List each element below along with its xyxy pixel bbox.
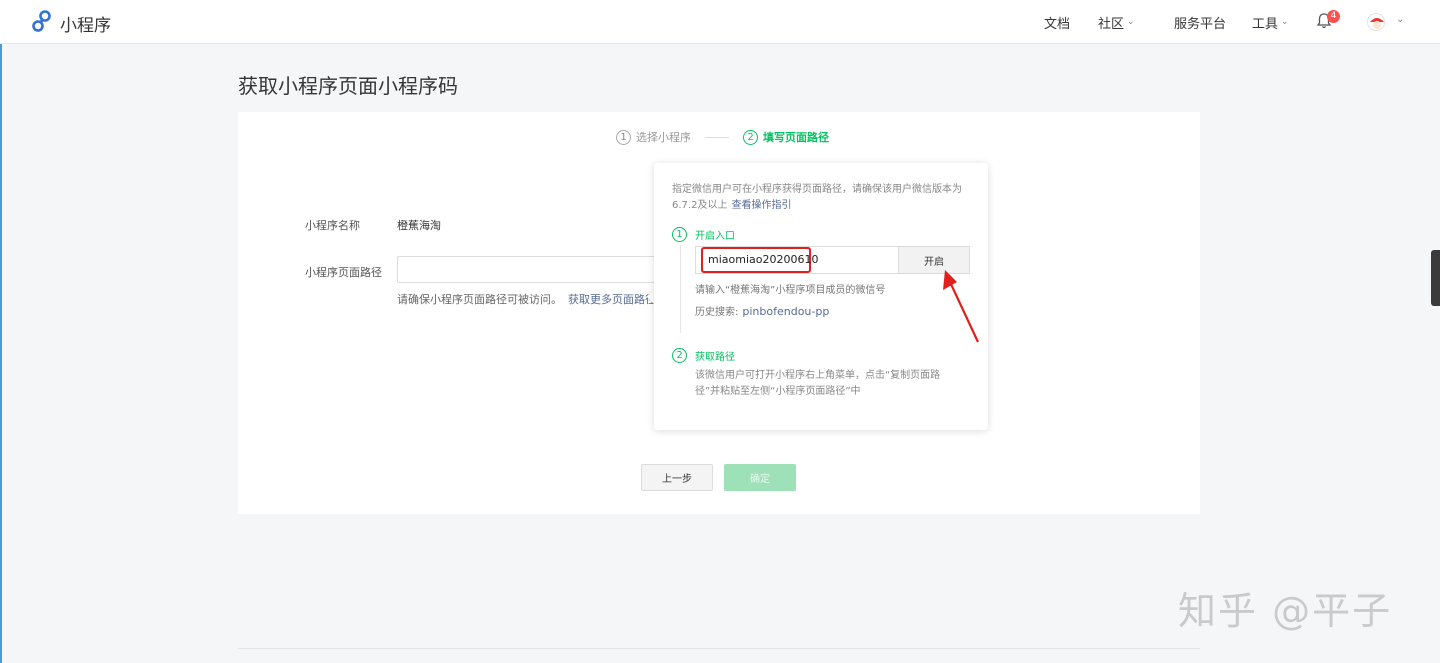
step-fill-path: 2 填写页面路径	[743, 129, 829, 145]
nav-community-label: 社区	[1098, 16, 1125, 32]
history-label: 历史搜索:	[695, 307, 739, 318]
avatar[interactable]	[1367, 13, 1385, 31]
miniprogram-logo-icon	[30, 9, 54, 37]
wechat-id-hint: 请输入“橙蕉海淘”小程序项目成员的微信号	[695, 285, 886, 296]
notification-badge: 4	[1327, 10, 1340, 23]
popover-description-text: 指定微信用户可在小程序获得页面路径，请确保该用户微信版本为6.7.2及以上	[672, 184, 962, 211]
nav-tools-label: 工具	[1252, 16, 1279, 32]
step-connector	[680, 245, 681, 333]
side-scroll-handle[interactable]	[1431, 250, 1440, 306]
page-path-hint: 请确保小程序页面路径可被访问。 获取更多页面路径	[397, 291, 656, 307]
logo[interactable]: 小程序	[30, 9, 111, 37]
nav-service-label: 服务平台	[1174, 16, 1227, 32]
step-indicator: 1 选择小程序 2 填写页面路径	[616, 129, 829, 145]
page-path-hint-text: 请确保小程序页面路径可被访问。	[397, 293, 562, 306]
step-label: 选择小程序	[636, 131, 691, 144]
prev-step-button[interactable]: 上一步	[641, 464, 713, 491]
popover-step-open-entry: 1 开启入口	[672, 227, 735, 242]
confirm-button[interactable]: 确定	[724, 464, 796, 491]
watermark: 知乎 @平子	[1178, 589, 1393, 633]
page-title: 获取小程序页面小程序码	[238, 74, 458, 98]
history-item[interactable]: pinbofendou-pp	[742, 305, 829, 318]
step-label: 填写页面路径	[763, 131, 829, 144]
nav-community[interactable]: 社区 ⌄	[1098, 0, 1135, 44]
chevron-down-icon[interactable]: ⌄	[1396, 14, 1404, 25]
footer-divider	[238, 648, 1200, 649]
popover-description: 指定微信用户可在小程序获得页面路径，请确保该用户微信版本为6.7.2及以上 查看操…	[672, 182, 972, 214]
red-arrow-annotation	[943, 270, 979, 343]
page-path-input[interactable]	[397, 256, 655, 283]
step-number: 1	[672, 227, 687, 242]
miniprogram-name-value: 橙蕉海淘	[397, 219, 441, 232]
app-name: 小程序	[60, 15, 111, 36]
step-select-miniprogram: 1 选择小程序	[616, 129, 691, 145]
nav-docs-label: 文档	[1044, 16, 1071, 32]
chevron-down-icon: ⌄	[1281, 17, 1289, 27]
window-left-edge	[0, 0, 2, 663]
page-path-label: 小程序页面路径	[305, 266, 382, 279]
chevron-down-icon: ⌄	[1127, 17, 1135, 27]
more-paths-link[interactable]: 获取更多页面路径	[568, 293, 656, 306]
popover-step-get-path: 2 获取路径	[672, 348, 735, 363]
get-path-description: 该微信用户可打开小程序右上角菜单，点击“复制页面路径”并粘贴至左侧“小程序页面路…	[695, 370, 941, 397]
step-number: 1	[616, 129, 631, 145]
step-number: 2	[743, 129, 758, 145]
guide-link[interactable]: 查看操作指引	[731, 200, 791, 211]
nav-docs[interactable]: 文档	[1044, 0, 1070, 44]
step-divider	[705, 136, 729, 138]
nav-tools[interactable]: 工具 ⌄	[1252, 0, 1289, 44]
wechat-id-input[interactable]: miaomiao20200610	[701, 247, 818, 273]
nav-service-platform[interactable]: 服务平台	[1174, 0, 1226, 44]
step-title: 获取路径	[695, 352, 735, 363]
search-history: 历史搜索: pinbofendou-pp	[695, 303, 829, 318]
step-number: 2	[672, 348, 687, 363]
miniprogram-name-label: 小程序名称	[305, 219, 360, 232]
step-title: 开启入口	[695, 231, 735, 242]
top-bar: 小程序 文档 社区 ⌄ 服务平台 工具 ⌄ 4 ⌄	[0, 0, 1440, 44]
